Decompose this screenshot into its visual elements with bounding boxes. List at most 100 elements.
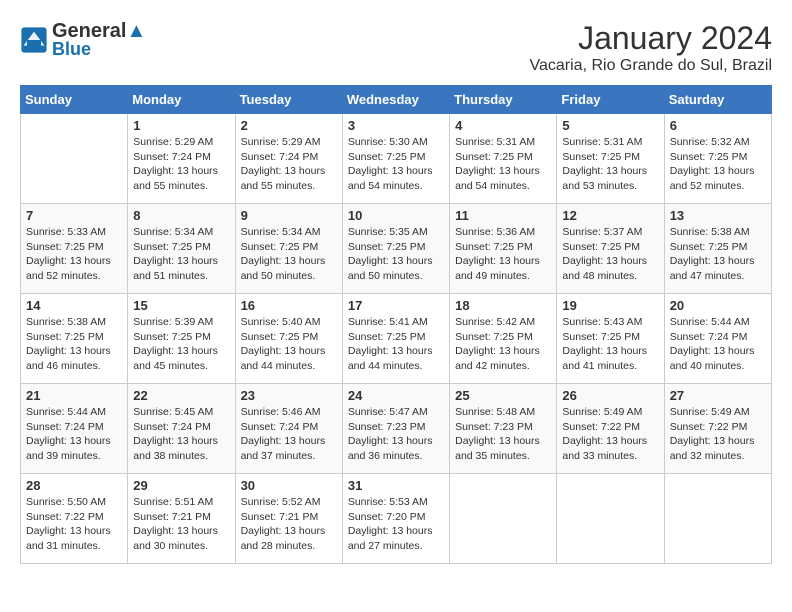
day-info: Sunrise: 5:49 AM Sunset: 7:22 PM Dayligh… <box>670 405 766 464</box>
day-number: 4 <box>455 118 551 133</box>
calendar-cell: 20 Sunrise: 5:44 AM Sunset: 7:24 PM Dayli… <box>664 294 771 384</box>
title-block: January 2024 Vacaria, Rio Grande do Sul,… <box>530 20 772 75</box>
calendar-cell: 11Sunrise: 5:36 AM Sunset: 7:25 PM Dayli… <box>450 204 557 294</box>
month-title: January 2024 <box>530 20 772 57</box>
day-number: 29 <box>133 478 229 493</box>
day-number: 25 <box>455 388 551 403</box>
calendar-cell: 24Sunrise: 5:47 AM Sunset: 7:23 PM Dayli… <box>342 384 449 474</box>
calendar-cell: 16 Sunrise: 5:40 AM Sunset: 7:25 PM Dayli… <box>235 294 342 384</box>
calendar-cell: 10 Sunrise: 5:35 AM Sunset: 7:25 PM Dayli… <box>342 204 449 294</box>
day-number: 2 <box>241 118 337 133</box>
day-number: 28 <box>26 478 122 493</box>
calendar-cell: 28Sunrise: 5:50 AM Sunset: 7:22 PM Dayli… <box>21 474 128 564</box>
day-number: 5 <box>562 118 658 133</box>
col-header-friday: Friday <box>557 86 664 114</box>
calendar-cell: 23 Sunrise: 5:46 AM Sunset: 7:24 PM Dayli… <box>235 384 342 474</box>
day-info: Sunrise: 5:41 AM Sunset: 7:25 PM Dayligh… <box>348 315 444 374</box>
calendar-cell: 27 Sunrise: 5:49 AM Sunset: 7:22 PM Dayli… <box>664 384 771 474</box>
day-number: 17 <box>348 298 444 313</box>
calendar-cell: 5Sunrise: 5:31 AM Sunset: 7:25 PM Daylig… <box>557 114 664 204</box>
calendar-cell: 17 Sunrise: 5:41 AM Sunset: 7:25 PM Dayli… <box>342 294 449 384</box>
day-info: Sunrise: 5:35 AM Sunset: 7:25 PM Dayligh… <box>348 225 444 284</box>
day-number: 6 <box>670 118 766 133</box>
day-info: Sunrise: 5:31 AM Sunset: 7:25 PM Dayligh… <box>455 135 551 194</box>
day-info: Sunrise: 5:51 AM Sunset: 7:21 PM Dayligh… <box>133 495 229 554</box>
day-info: Sunrise: 5:32 AM Sunset: 7:25 PM Dayligh… <box>670 135 766 194</box>
page-header: General▲ Blue January 2024 Vacaria, Rio … <box>20 20 772 75</box>
day-number: 16 <box>241 298 337 313</box>
calendar-table: SundayMondayTuesdayWednesdayThursdayFrid… <box>20 85 772 564</box>
week-row-2: 7Sunrise: 5:33 AM Sunset: 7:25 PM Daylig… <box>21 204 772 294</box>
day-info: Sunrise: 5:29 AM Sunset: 7:24 PM Dayligh… <box>133 135 229 194</box>
day-number: 8 <box>133 208 229 223</box>
calendar-cell: 15Sunrise: 5:39 AM Sunset: 7:25 PM Dayli… <box>128 294 235 384</box>
calendar-cell: 22 Sunrise: 5:45 AM Sunset: 7:24 PM Dayli… <box>128 384 235 474</box>
day-number: 22 <box>133 388 229 403</box>
calendar-cell <box>21 114 128 204</box>
calendar-cell <box>450 474 557 564</box>
day-number: 23 <box>241 388 337 403</box>
day-info: Sunrise: 5:38 AM Sunset: 7:25 PM Dayligh… <box>670 225 766 284</box>
location: Vacaria, Rio Grande do Sul, Brazil <box>530 57 772 75</box>
day-number: 21 <box>26 388 122 403</box>
day-info: Sunrise: 5:30 AM Sunset: 7:25 PM Dayligh… <box>348 135 444 194</box>
day-info: Sunrise: 5:48 AM Sunset: 7:23 PM Dayligh… <box>455 405 551 464</box>
day-info: Sunrise: 5:34 AM Sunset: 7:25 PM Dayligh… <box>241 225 337 284</box>
calendar-header: SundayMondayTuesdayWednesdayThursdayFrid… <box>21 86 772 114</box>
day-number: 1 <box>133 118 229 133</box>
week-row-4: 21Sunrise: 5:44 AM Sunset: 7:24 PM Dayli… <box>21 384 772 474</box>
day-number: 18 <box>455 298 551 313</box>
calendar-cell: 18 Sunrise: 5:42 AM Sunset: 7:25 PM Dayli… <box>450 294 557 384</box>
day-number: 15 <box>133 298 229 313</box>
day-info: Sunrise: 5:53 AM Sunset: 7:20 PM Dayligh… <box>348 495 444 554</box>
day-info: Sunrise: 5:49 AM Sunset: 7:22 PM Dayligh… <box>562 405 658 464</box>
week-row-1: 1 Sunrise: 5:29 AM Sunset: 7:24 PM Daylig… <box>21 114 772 204</box>
week-row-3: 14 Sunrise: 5:38 AM Sunset: 7:25 PM Dayli… <box>21 294 772 384</box>
calendar-cell: 14 Sunrise: 5:38 AM Sunset: 7:25 PM Dayli… <box>21 294 128 384</box>
day-number: 12 <box>562 208 658 223</box>
col-header-sunday: Sunday <box>21 86 128 114</box>
day-info: Sunrise: 5:43 AM Sunset: 7:25 PM Dayligh… <box>562 315 658 374</box>
day-info: Sunrise: 5:46 AM Sunset: 7:24 PM Dayligh… <box>241 405 337 464</box>
day-number: 7 <box>26 208 122 223</box>
day-info: Sunrise: 5:40 AM Sunset: 7:25 PM Dayligh… <box>241 315 337 374</box>
day-info: Sunrise: 5:52 AM Sunset: 7:21 PM Dayligh… <box>241 495 337 554</box>
calendar-cell: 12Sunrise: 5:37 AM Sunset: 7:25 PM Dayli… <box>557 204 664 294</box>
week-row-5: 28Sunrise: 5:50 AM Sunset: 7:22 PM Dayli… <box>21 474 772 564</box>
day-number: 10 <box>348 208 444 223</box>
day-number: 20 <box>670 298 766 313</box>
day-info: Sunrise: 5:36 AM Sunset: 7:25 PM Dayligh… <box>455 225 551 284</box>
day-info: Sunrise: 5:45 AM Sunset: 7:24 PM Dayligh… <box>133 405 229 464</box>
day-info: Sunrise: 5:44 AM Sunset: 7:24 PM Dayligh… <box>670 315 766 374</box>
calendar-cell: 3Sunrise: 5:30 AM Sunset: 7:25 PM Daylig… <box>342 114 449 204</box>
day-info: Sunrise: 5:42 AM Sunset: 7:25 PM Dayligh… <box>455 315 551 374</box>
calendar-cell <box>664 474 771 564</box>
day-number: 30 <box>241 478 337 493</box>
calendar-cell: 6 Sunrise: 5:32 AM Sunset: 7:25 PM Daylig… <box>664 114 771 204</box>
col-header-tuesday: Tuesday <box>235 86 342 114</box>
col-header-thursday: Thursday <box>450 86 557 114</box>
calendar-cell: 31 Sunrise: 5:53 AM Sunset: 7:20 PM Dayli… <box>342 474 449 564</box>
day-number: 26 <box>562 388 658 403</box>
day-info: Sunrise: 5:29 AM Sunset: 7:24 PM Dayligh… <box>241 135 337 194</box>
calendar-cell: 19 Sunrise: 5:43 AM Sunset: 7:25 PM Dayli… <box>557 294 664 384</box>
day-number: 31 <box>348 478 444 493</box>
calendar-cell: 4 Sunrise: 5:31 AM Sunset: 7:25 PM Daylig… <box>450 114 557 204</box>
logo-icon <box>20 26 48 54</box>
day-number: 13 <box>670 208 766 223</box>
day-number: 19 <box>562 298 658 313</box>
day-info: Sunrise: 5:34 AM Sunset: 7:25 PM Dayligh… <box>133 225 229 284</box>
col-header-wednesday: Wednesday <box>342 86 449 114</box>
col-header-saturday: Saturday <box>664 86 771 114</box>
calendar-cell: 1 Sunrise: 5:29 AM Sunset: 7:24 PM Daylig… <box>128 114 235 204</box>
day-number: 27 <box>670 388 766 403</box>
logo-text: General▲ Blue <box>52 20 146 60</box>
calendar-cell: 2 Sunrise: 5:29 AM Sunset: 7:24 PM Daylig… <box>235 114 342 204</box>
calendar-cell: 29 Sunrise: 5:51 AM Sunset: 7:21 PM Dayli… <box>128 474 235 564</box>
calendar-cell: 21Sunrise: 5:44 AM Sunset: 7:24 PM Dayli… <box>21 384 128 474</box>
calendar-cell: 25 Sunrise: 5:48 AM Sunset: 7:23 PM Dayli… <box>450 384 557 474</box>
day-info: Sunrise: 5:47 AM Sunset: 7:23 PM Dayligh… <box>348 405 444 464</box>
day-number: 14 <box>26 298 122 313</box>
calendar-cell: 9Sunrise: 5:34 AM Sunset: 7:25 PM Daylig… <box>235 204 342 294</box>
day-info: Sunrise: 5:38 AM Sunset: 7:25 PM Dayligh… <box>26 315 122 374</box>
